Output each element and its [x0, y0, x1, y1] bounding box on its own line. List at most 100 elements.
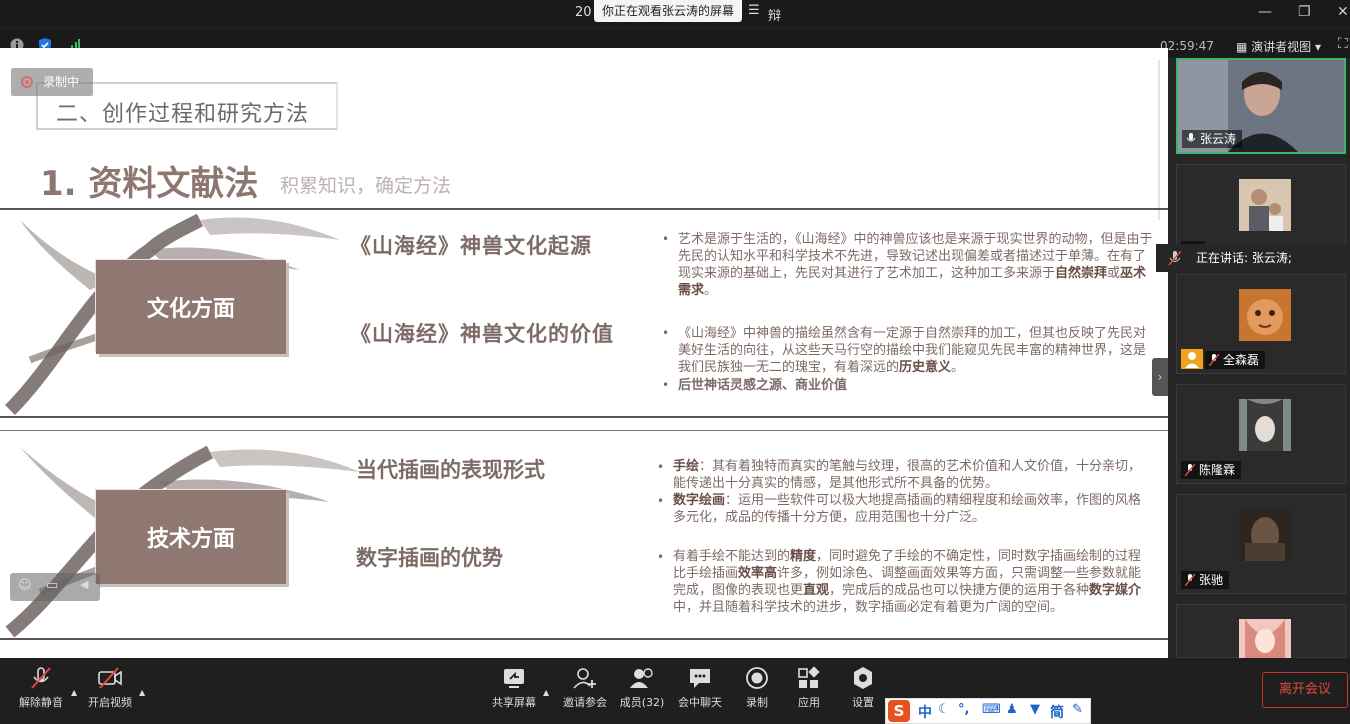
user-icon: [1181, 349, 1203, 369]
collapse-left-icon[interactable]: ◀: [80, 578, 88, 591]
participant-name-tag: 张云涛: [1182, 130, 1243, 148]
speaking-text: 正在讲话: 张云涛;: [1196, 251, 1292, 265]
chat-bubble-icon[interactable]: ▭: [46, 578, 58, 593]
participant-tile[interactable]: 张驰: [1176, 494, 1346, 594]
bullet-dot: •: [657, 550, 665, 564]
meeting-window: 20 你正在观看张云涛的屏幕 ☰ 辩 — ❐ ✕ 02:59:47 ▦ 演讲者视…: [0, 0, 1350, 724]
meeting-timer: 02:59:47: [1160, 39, 1214, 53]
close-icon[interactable]: ✕: [1337, 4, 1349, 20]
chat-icon: [690, 669, 710, 688]
user-icon[interactable]: ♟: [1006, 702, 1018, 717]
culture-extra-text: 后世神话灵感之源、商业价值: [678, 378, 848, 393]
culture-head-value: 《山海经》神兽文化的价值: [350, 322, 614, 346]
view-mode-label: 演讲者视图: [1251, 40, 1312, 54]
main-subtitle: 积累知识，确定方法: [280, 175, 452, 197]
culture-origin-text: 艺术是源于生活的，《山海经》中的神兽应该也是来源于现实世界的动物，但是由于先民的…: [678, 232, 1153, 298]
shared-screen: 录制中 二、创作过程和研究方法 1. 资料文献法 积累知识，确定方法 文化方面 …: [0, 48, 1168, 658]
notice-menu-icon[interactable]: ☰: [748, 3, 760, 18]
title-bar: 20 你正在观看张云涛的屏幕 ☰ 辩 — ❐ ✕: [0, 0, 1350, 26]
technique-label: 技术方面: [96, 490, 286, 584]
wrench-icon[interactable]: ✎: [1072, 702, 1083, 717]
video-button[interactable]: 开启视频: [86, 666, 134, 710]
mic-muted-icon: [1185, 574, 1195, 586]
participant-tile[interactable]: 陈隆霖: [1176, 384, 1346, 484]
culture-value-text: 《山海经》中神兽的描绘虽然含有一定源于自然崇拜的加工，但其也反映了先民对美好生活…: [678, 326, 1147, 375]
chat-button[interactable]: 会中聊天: [676, 666, 724, 710]
speaking-banner: 正在讲话: 张云涛;: [1156, 244, 1350, 272]
panel-toggle-button[interactable]: ›: [1152, 358, 1168, 396]
add-user-icon: [573, 668, 596, 689]
avatar: [1239, 179, 1291, 231]
participant-tile[interactable]: 全森磊: [1176, 274, 1346, 374]
share-screen-button[interactable]: 共享屏幕: [490, 666, 538, 710]
participant-tile[interactable]: [1176, 604, 1346, 659]
recording-label: 录制中: [43, 75, 80, 89]
window-title-left: 20: [575, 5, 592, 20]
bullet-dot: •: [657, 494, 665, 508]
invite-button[interactable]: 邀请参会: [560, 666, 610, 710]
participant-name-tag: 全森磊: [1205, 351, 1266, 369]
window-title-right: 辩: [768, 9, 782, 24]
restore-icon[interactable]: ❐: [1298, 4, 1311, 20]
minimize-icon[interactable]: —: [1258, 4, 1272, 20]
moon-icon[interactable]: ☾: [938, 702, 950, 717]
fullscreen-icon[interactable]: ⛶: [1338, 36, 1348, 52]
participants-panel: 张云涛 全森磊 陈隆霖 张驰: [1168, 58, 1350, 659]
culture-band: 文化方面 《山海经》神兽文化起源 《山海经》神兽文化的价值 • 艺术是源于生活的…: [0, 210, 1168, 416]
section-title: 二、创作过程和研究方法: [56, 102, 310, 127]
meeting-toolbar: 解除静音 ▲ 开启视频 ▲ 共享屏幕 ▲ 邀请参会 成员(32) 会中聊天 录制: [0, 658, 1350, 724]
divider: [0, 416, 1168, 418]
record-button[interactable]: 录制: [740, 666, 774, 710]
apps-icon: [798, 666, 820, 688]
divider: [0, 638, 1168, 640]
leave-meeting-button[interactable]: 离开会议: [1262, 672, 1348, 708]
culture-label: 文化方面: [96, 260, 286, 354]
members-button[interactable]: 成员(32): [618, 666, 666, 710]
frame-deco: [1140, 60, 1160, 220]
recording-indicator[interactable]: 录制中: [11, 68, 93, 96]
share-screen-icon: [504, 669, 524, 688]
apps-button[interactable]: 应用: [792, 666, 826, 710]
technique-head-advantage: 数字插画的优势: [356, 546, 503, 570]
avatar: [1239, 619, 1291, 659]
culture-head-origin: 《山海经》神兽文化起源: [350, 234, 592, 258]
skin-icon[interactable]: ▼: [1030, 702, 1040, 717]
participant-name-tag: 陈隆霖: [1181, 461, 1242, 479]
mic-muted-icon: [1185, 464, 1195, 476]
annotation-toolbar: ☺ ▭ ◀: [10, 573, 100, 601]
mute-button[interactable]: 解除静音: [16, 666, 66, 710]
bullet-dot: •: [657, 460, 665, 474]
digital-text: 数字绘画：运用一些软件可以极大地提高插画的精细程度和绘画效率，作图的风格多元化，…: [673, 493, 1142, 525]
avatar: [1239, 289, 1291, 341]
mute-caret-icon[interactable]: ▲: [71, 688, 77, 697]
view-mode-dropdown[interactable]: ▦ 演讲者视图 ▾: [1236, 38, 1321, 55]
sogou-logo-icon[interactable]: S: [888, 700, 910, 722]
mic-muted-icon: [1168, 251, 1182, 265]
camera-off-icon: [98, 667, 122, 689]
share-caret-icon[interactable]: ▲: [543, 688, 549, 697]
share-notice: 你正在观看张云涛的屏幕: [594, 0, 743, 22]
gear-icon: [854, 667, 872, 689]
divider: [0, 430, 1168, 431]
main-title: 1. 资料文献法: [40, 164, 259, 204]
keyboard-icon[interactable]: ⌨: [982, 702, 1001, 717]
emoji-icon[interactable]: ☺: [18, 578, 32, 593]
ime-lang[interactable]: 中: [918, 702, 932, 722]
settings-button[interactable]: 设置: [846, 666, 880, 710]
participant-tile-active[interactable]: 张云涛: [1176, 58, 1346, 154]
avatar: [1239, 509, 1291, 561]
handdrawn-text: 手绘：其有着独特而真实的笔触与纹理，很高的艺术价值和人文价值，十分亲切，能传递出…: [673, 459, 1142, 491]
advantage-text: 有着手绘不能达到的精度，同时避免了手绘的不确定性，同时数字插画绘制的过程比手绘插…: [673, 549, 1142, 615]
video-caret-icon[interactable]: ▲: [139, 688, 145, 697]
avatar: [1239, 399, 1291, 451]
bullet-dot: •: [662, 326, 670, 340]
record-dot-icon: [21, 76, 33, 88]
technique-head-forms: 当代插画的表现形式: [356, 458, 545, 482]
mic-icon: [1186, 133, 1196, 142]
record-icon: [746, 667, 768, 689]
technique-band: 技术方面 当代插画的表现形式 数字插画的优势 • 手绘：其有着独特而真实的笔触与…: [0, 432, 1168, 638]
ime-toolbar: S 中 ☾ °, ⌨ ♟ ▼ 简 ✎: [885, 698, 1091, 724]
mic-muted-icon: [31, 667, 51, 689]
punct-icon[interactable]: °,: [958, 702, 969, 717]
ime-mode[interactable]: 简: [1050, 702, 1064, 722]
